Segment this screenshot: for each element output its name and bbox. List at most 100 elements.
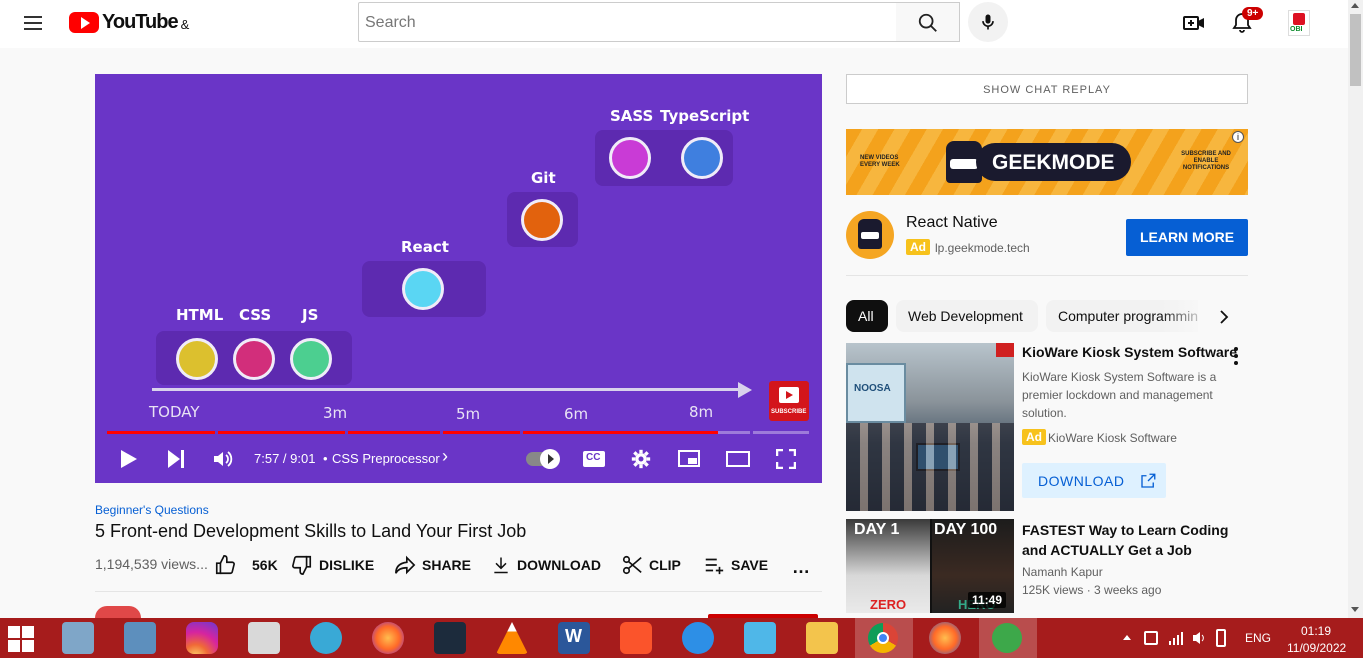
subscribe-watermark[interactable]: SUBSCRIBE xyxy=(769,381,809,421)
share-button[interactable]: SHARE xyxy=(394,552,471,578)
microphone-icon xyxy=(982,14,994,30)
windows-logo-icon xyxy=(8,626,34,652)
clock-date[interactable]: 11/09/2022 xyxy=(1287,641,1346,655)
task-manager-icon[interactable] xyxy=(62,622,94,654)
skill-label-js: JS xyxy=(302,306,319,324)
banner-ad[interactable]: NEW VIDEOS EVERY WEEK GEEKMODE SUBSCRIBE… xyxy=(846,129,1248,195)
settings-button[interactable] xyxy=(631,449,651,469)
tray-overflow-icon[interactable] xyxy=(1123,635,1131,640)
snipping-tool-icon[interactable] xyxy=(248,622,280,654)
brave-icon[interactable] xyxy=(620,622,652,654)
ad-title[interactable]: React Native xyxy=(906,214,998,232)
autoplay-toggle[interactable] xyxy=(526,449,560,469)
scroll-up-arrow-icon[interactable] xyxy=(1351,3,1359,8)
fullscreen-button[interactable] xyxy=(775,448,797,470)
file-explorer-icon[interactable] xyxy=(806,622,838,654)
kioware-download-button[interactable]: DOWNLOAD xyxy=(1022,463,1166,498)
volume-button[interactable] xyxy=(213,449,235,469)
kioware-title[interactable]: KioWare Kiosk System Software xyxy=(1022,344,1237,360)
shutter-app-icon[interactable] xyxy=(744,622,776,654)
skill-dot-html xyxy=(176,338,218,380)
idm-taskbar-active[interactable] xyxy=(979,618,1037,658)
menu-icon[interactable] xyxy=(24,12,42,34)
chapter-title[interactable]: CSS Preprocessor xyxy=(332,451,440,466)
more-actions-button[interactable]: … xyxy=(792,558,812,576)
dislike-button[interactable]: DISLIKE xyxy=(291,552,374,578)
chips-next-button[interactable] xyxy=(1210,302,1238,330)
download-label: DOWNLOAD xyxy=(517,557,601,573)
timeline-arrowhead-icon xyxy=(738,382,752,398)
avatar-text: OBI xyxy=(1290,26,1303,33)
start-button[interactable] xyxy=(8,626,34,652)
sync-app-icon[interactable] xyxy=(682,622,714,654)
video-thumbnail[interactable]: DAY 1 DAY 100 ZERO HERO 11:49 xyxy=(846,519,1014,613)
logo-text: YouTube xyxy=(102,11,179,33)
timeline-label-3m: 3m xyxy=(323,404,348,422)
voice-search-button[interactable] xyxy=(968,2,1008,42)
chip-all[interactable]: All xyxy=(846,300,888,332)
skill-dot-typescript xyxy=(681,137,723,179)
firefox-dev-icon[interactable] xyxy=(929,622,961,654)
scroll-down-arrow-icon[interactable] xyxy=(1351,607,1359,612)
chip-web-development[interactable]: Web Development xyxy=(896,300,1038,332)
chapter-gap xyxy=(520,431,523,434)
video-player[interactable]: HTML CSS JS React Git SASS TypeScript TO… xyxy=(95,74,822,483)
learn-more-button[interactable]: LEARN MORE xyxy=(1126,219,1248,256)
thumb-people xyxy=(846,423,1014,511)
create-button[interactable] xyxy=(1182,11,1206,35)
video2-title[interactable]: FASTEST Way to Learn Coding and ACTUALLY… xyxy=(1022,520,1232,560)
ad-info-icon[interactable]: i xyxy=(1232,131,1244,143)
progress-fill xyxy=(107,431,718,434)
thumb-sign-text: NOOSA xyxy=(854,383,891,394)
captions-button[interactable]: CC xyxy=(583,451,605,467)
show-chat-replay-button[interactable]: SHOW CHAT REPLAY xyxy=(846,74,1248,104)
kioware-thumbnail[interactable]: NOOSA xyxy=(846,343,1014,511)
save-button[interactable]: SAVE xyxy=(703,552,768,578)
word-icon[interactable]: W xyxy=(558,622,590,654)
progress-bar[interactable] xyxy=(107,431,809,434)
theater-mode-button[interactable] xyxy=(726,451,750,467)
thumbs-up-icon xyxy=(215,555,235,575)
instagram-icon[interactable] xyxy=(186,622,218,654)
share-icon xyxy=(395,555,416,575)
vlc-icon[interactable] xyxy=(496,622,528,654)
clip-button[interactable]: CLIP xyxy=(621,552,681,578)
hashtag-link[interactable]: Beginner's Questions xyxy=(95,503,209,517)
notifications-button[interactable]: 9+ xyxy=(1230,7,1264,35)
miniplayer-button[interactable] xyxy=(678,450,700,467)
chrome-taskbar-active[interactable] xyxy=(855,618,913,658)
like-button[interactable]: 56K xyxy=(214,552,278,578)
timeline-axis xyxy=(152,388,740,391)
page-scrollbar[interactable] xyxy=(1348,0,1363,618)
speaker-icon[interactable] xyxy=(1192,630,1208,646)
next-button[interactable] xyxy=(168,450,188,468)
search-input[interactable]: Search xyxy=(358,2,897,42)
captions-icon: CC xyxy=(586,452,601,463)
kioware-menu-button[interactable] xyxy=(1232,346,1240,366)
chapter-chevron-icon[interactable]: › xyxy=(442,446,448,467)
youtube-logo[interactable]: YouTube & xyxy=(69,11,189,34)
filmora-icon[interactable] xyxy=(434,622,466,654)
channel-avatar[interactable] xyxy=(95,606,141,618)
play-button[interactable] xyxy=(121,450,137,468)
avatar[interactable]: OBI xyxy=(1288,10,1310,36)
geekmode-logo-icon xyxy=(858,219,882,249)
video-camera-add-icon xyxy=(1183,16,1204,30)
advertiser-logo[interactable] xyxy=(846,211,894,259)
time-display: 7:57 / 9:01 xyxy=(254,451,316,466)
battery-icon[interactable] xyxy=(1216,629,1226,647)
language-indicator[interactable]: ENG xyxy=(1245,631,1271,645)
remote-desktop-icon[interactable] xyxy=(310,622,342,654)
download-button[interactable]: DOWNLOAD xyxy=(491,552,601,578)
video2-channel[interactable]: Namanh Kapur xyxy=(1022,565,1103,579)
search-button[interactable] xyxy=(896,2,960,42)
scrollbar-thumb[interactable] xyxy=(1350,14,1361,86)
timeline-label-today: TODAY xyxy=(149,403,200,421)
firefox-icon[interactable] xyxy=(372,622,404,654)
save-label: SAVE xyxy=(731,557,769,573)
view-count[interactable]: 1,194,539 views... xyxy=(95,556,208,572)
calculator-icon[interactable] xyxy=(124,622,156,654)
signal-bars-icon[interactable] xyxy=(1168,630,1184,646)
clock-time[interactable]: 01:19 xyxy=(1301,624,1331,638)
network-status-icon[interactable] xyxy=(1144,631,1158,645)
